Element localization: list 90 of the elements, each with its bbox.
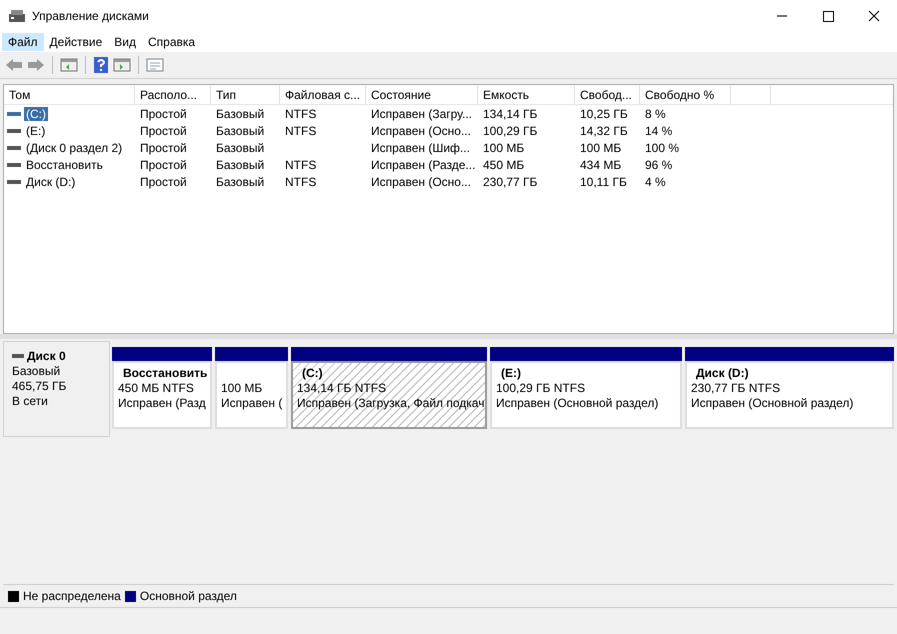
table-cell: NTFS [285,174,316,188]
partition-size: 230,77 ГБ NTFS [691,381,780,396]
partition-label: (E:) [500,366,521,381]
drive-icon [7,162,21,168]
column-header[interactable]: Свобод... [575,85,640,104]
back-icon[interactable] [5,57,23,73]
table-cell: Базовый [216,158,264,172]
partition-block[interactable]: (E:) 100,29 ГБ NTFS Исправен (Основной раздел) [490,361,682,429]
table-cell: Исправен (Осно... [371,124,471,138]
column-header[interactable]: Том [4,85,135,104]
table-cell: Простой [140,140,187,154]
table-cell: Исправен (Загру... [371,106,472,120]
table-cell: 434 МБ [580,158,622,172]
volume-name[interactable]: Восстановить [24,158,105,172]
table-cell: 100 МБ [580,140,622,154]
console-tree-icon[interactable] [60,57,78,73]
table-cell: 14,32 ГБ [580,124,628,138]
partition-status: Исправен (Основной раздел) [691,396,854,411]
table-cell: NTFS [285,106,316,120]
disk-type: Базовый [12,364,62,379]
table-cell: 100 МБ [483,140,524,154]
table-cell: Исправен (Осно... [371,174,471,188]
partition-block[interactable]: Восстановить 450 МБ NTFS Исправен (Разд [112,361,212,429]
partition-status: Исправен (Загрузка, Файл подкач [297,396,484,411]
table-cell: 100 % [645,140,680,154]
properties-icon[interactable] [146,57,164,73]
legend-label: Основной раздел [140,589,237,603]
action-pane-icon[interactable] [113,57,131,73]
table-cell: 96 % [645,158,672,172]
drive-icon [7,110,21,116]
partition-size: 100 МБ [221,381,262,396]
menu-item[interactable]: Справка [142,33,202,51]
drive-icon [7,128,21,134]
table-cell: Простой [140,158,187,172]
partition-label: (C:) [301,366,323,381]
table-cell: 10,25 ГБ [580,106,628,120]
menu-item[interactable]: Действие [44,33,108,51]
table-cell: Базовый [216,140,264,154]
disk-info-panel[interactable]: Диск 0 Базовый 465,75 ГБ В сети [3,341,110,437]
table-cell: NTFS [285,158,316,172]
partition-status: Исправен (Основной раздел) [496,396,658,411]
table-cell: Базовый [216,124,264,138]
partition-block[interactable]: (C:) 134,14 ГБ NTFS Исправен (Загрузка, Файл подкач [291,361,487,429]
menu-item[interactable]: Файл [2,33,44,51]
table-cell: 230,77 ГБ [483,174,538,188]
column-header[interactable]: Тип [211,85,280,104]
table-cell: Базовый [216,106,264,120]
table-cell: Исправен (Шиф... [371,140,470,154]
table-cell: 134,14 ГБ [483,106,538,120]
volume-name[interactable]: (C:) [24,106,48,120]
column-header[interactable]: Емкость [478,85,575,104]
drive-icon [7,178,21,184]
forward-icon[interactable] [27,57,45,73]
table-cell: Простой [140,124,187,138]
partition-label: Диск (D:) [695,366,749,381]
partition-block[interactable]: Диск (D:) 230,77 ГБ NTFS Исправен (Основной раздел) [685,361,894,429]
partition-label: Восстановить [122,366,208,381]
table-cell: Простой [140,174,187,188]
table-cell: Базовый [216,174,264,188]
table-cell: 450 МБ [483,158,524,172]
disk-size: 465,75 ГБ [12,379,68,394]
partition-status: Исправен ( [221,396,282,411]
table-cell: Исправен (Разде... [371,158,476,172]
help-icon[interactable] [93,56,109,74]
table-cell: 14 % [645,124,672,138]
column-header[interactable]: Располо... [135,85,211,104]
volume-name[interactable]: Диск (D:) [24,174,78,188]
column-header[interactable]: Состояние [366,85,478,104]
table-cell: 100,29 ГБ [483,124,538,138]
partition-status: Исправен (Разд [118,396,206,411]
drive-icon [7,144,21,150]
column-header[interactable]: Свободно % [640,85,731,104]
column-header[interactable]: Файловая с... [280,85,366,104]
table-cell: 10,11 ГБ [580,174,627,188]
partition-size: 100,29 ГБ NTFS [496,381,586,396]
partition-size: 134,14 ГБ NTFS [297,381,386,396]
window-title: Управление дисками [32,9,150,23]
partition-block[interactable]: 100 МБ Исправен ( [215,361,288,429]
table-cell: Простой [140,106,187,120]
partition-size: 450 МБ NTFS [118,381,194,396]
volume-name[interactable]: (Диск 0 раздел 2) [24,140,124,154]
disk-name: Диск 0 [27,349,66,364]
disk-management-icon [8,9,26,23]
table-cell: NTFS [285,124,316,138]
disk-status: В сети [12,394,49,409]
menu-item[interactable]: Вид [108,33,142,51]
table-cell: 8 % [645,106,666,120]
table-cell: 4 % [645,174,666,188]
volume-name[interactable]: (E:) [24,124,48,138]
legend-label: Не распределена [23,589,121,603]
